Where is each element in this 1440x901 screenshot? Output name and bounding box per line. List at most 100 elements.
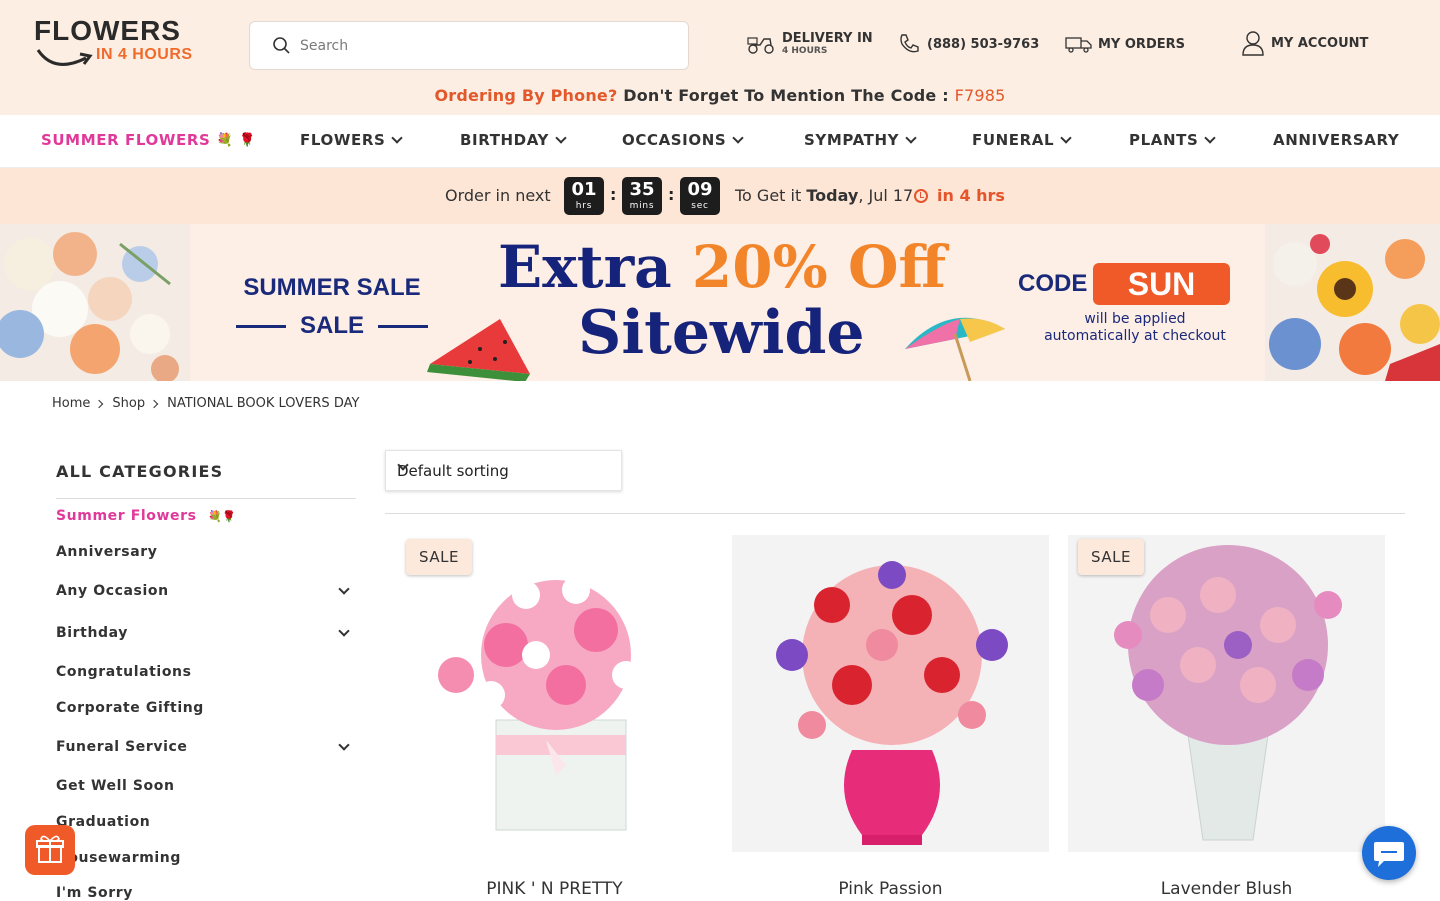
countdown-hours: 01 hrs: [564, 177, 604, 215]
summer-sale-title: SUMMER SALE: [243, 274, 421, 301]
rose-icon: 🌹: [239, 132, 257, 148]
nav-flowers[interactable]: FLOWERS: [300, 131, 404, 149]
code-label: CODE: [1018, 270, 1088, 297]
category-im-sorry[interactable]: I'm Sorry: [56, 885, 133, 901]
nav-label: ANNIVERSARY: [1273, 131, 1400, 149]
phone-number: (888) 503-9763: [927, 36, 1040, 52]
chat-bubble-icon: [1374, 842, 1404, 867]
flower-bouquet-right-image: [1265, 224, 1440, 381]
delivery-info[interactable]: DELIVERY IN 4 HOURS: [746, 32, 873, 56]
chevron-down-icon: [555, 132, 567, 144]
breadcrumb-home[interactable]: Home: [52, 396, 90, 411]
product-name[interactable]: Lavender Blush: [1068, 879, 1385, 899]
nav-plants[interactable]: PLANTS: [1129, 131, 1217, 149]
phone-promo: Ordering By Phone? Don't Forget To Menti…: [0, 86, 1440, 105]
chevron-down-icon: [1204, 132, 1217, 144]
bouquet-icon: 💐: [216, 132, 234, 148]
truck-icon: [1065, 37, 1092, 53]
product-image[interactable]: [1068, 535, 1385, 852]
promo-banner[interactable]: SUMMER SALE SALE Extra 20% Off Sitewide …: [0, 224, 1440, 381]
breadcrumb: Home Shop NATIONAL BOOK LOVERS DAY: [52, 396, 359, 411]
search-box[interactable]: [249, 21, 689, 70]
logo-text: FLOWERS: [34, 15, 181, 46]
search-input[interactable]: [300, 34, 670, 58]
get-prefix: To Get it: [735, 186, 802, 205]
sorting-value: Default sorting: [397, 462, 509, 480]
delivery-countdown: Order in next 01 hrs : 35 mins : 09 sec …: [0, 168, 1440, 224]
banner-headline: Extra 20% Off: [498, 236, 946, 298]
banner-sitewide: Sitewide: [578, 298, 865, 368]
banner-discount: 20% Off: [691, 233, 947, 301]
nav-summer-flowers[interactable]: SUMMER FLOWERS 💐 🌹: [41, 131, 256, 149]
nav-label: FUNERAL: [972, 131, 1055, 149]
category-birthday[interactable]: Birthday: [56, 625, 128, 641]
product-image[interactable]: [732, 535, 1049, 852]
main-nav: SUMMER FLOWERS 💐 🌹 FLOWERS BIRTHDAY OCCA…: [0, 115, 1440, 168]
countdown-secs: 09 sec: [680, 177, 720, 215]
category-funeral-service[interactable]: Funeral Service: [56, 739, 188, 755]
top-header: FLOWERS IN 4 HOURS DELIVERY IN 4 HOURS (…: [0, 0, 1440, 115]
chevron-right-icon: [149, 399, 159, 408]
bouquet-icon: 💐: [208, 510, 223, 523]
summer-sale-subtitle: SALE: [236, 312, 428, 340]
nav-label: BIRTHDAY: [460, 131, 549, 149]
chevron-down-icon[interactable]: [338, 739, 350, 751]
product-name[interactable]: Pink Passion: [732, 879, 1049, 899]
watermelon-image: [427, 319, 530, 381]
chevron-down-icon[interactable]: [338, 583, 350, 595]
category-congratulations[interactable]: Congratulations: [56, 664, 192, 680]
promo-text: Don't Forget To Mention The Code :: [623, 86, 949, 105]
nav-occasions[interactable]: OCCASIONS: [622, 131, 744, 149]
divider: [56, 498, 356, 499]
countdown-label: Order in next: [445, 186, 551, 205]
nav-sympathy[interactable]: SYMPATHY: [804, 131, 917, 149]
hours-value: 01: [571, 179, 597, 200]
promo-code: F7985: [954, 86, 1006, 105]
delivery-sub: 4 HOURS: [782, 46, 828, 56]
gift-button[interactable]: [25, 825, 75, 875]
my-account-link[interactable]: MY ACCOUNT: [1241, 30, 1368, 56]
flower-bouquet-left-image: [0, 224, 190, 381]
nav-birthday[interactable]: BIRTHDAY: [460, 131, 567, 149]
category-anniversary[interactable]: Anniversary: [56, 544, 158, 560]
code-note: will be applied automatically at checkou…: [1044, 311, 1226, 344]
product-name[interactable]: PINK ' N PRETTY: [396, 879, 713, 899]
category-label: Summer Flowers: [56, 508, 197, 524]
chat-button[interactable]: [1362, 826, 1416, 880]
secs-unit: sec: [691, 201, 709, 211]
phone-link[interactable]: (888) 503-9763: [897, 32, 1039, 56]
category-any-occasion[interactable]: Any Occasion: [56, 583, 169, 599]
product-image[interactable]: [396, 535, 713, 852]
category-get-well-soon[interactable]: Get Well Soon: [56, 778, 175, 794]
promo-code-badge: SUN: [1093, 263, 1230, 305]
nav-anniversary[interactable]: ANNIVERSARY: [1273, 131, 1399, 149]
nav-label: SYMPATHY: [804, 131, 900, 149]
nav-funeral[interactable]: FUNERAL: [972, 131, 1072, 149]
my-orders-link[interactable]: MY ORDERS: [1065, 35, 1185, 53]
user-icon: [1242, 31, 1264, 56]
get-date: , Jul 17: [858, 186, 914, 205]
site-logo[interactable]: FLOWERS IN 4 HOURS: [34, 16, 204, 72]
sorting-select[interactable]: Default sorting: [385, 450, 622, 491]
summer-sale-badge: SUMMER SALE SALE: [236, 274, 428, 340]
chevron-down-icon: [732, 132, 744, 144]
logo-swoosh-icon: [36, 49, 93, 66]
promo-prefix: Ordering By Phone?: [434, 86, 618, 105]
nav-label: OCCASIONS: [622, 131, 727, 149]
phone-icon: [900, 34, 919, 53]
category-summer-flowers[interactable]: Summer Flowers 💐🌹: [56, 508, 237, 524]
divider: [385, 513, 1405, 514]
breadcrumb-shop[interactable]: Shop: [112, 396, 145, 411]
delivery-window: in 4 hrs: [937, 186, 1005, 205]
rose-icon: 🌹: [222, 510, 237, 523]
colon: :: [668, 185, 675, 204]
sale-badge: SALE: [1078, 539, 1144, 575]
category-corporate-gifting[interactable]: Corporate Gifting: [56, 700, 204, 716]
sale-badge: SALE: [406, 539, 472, 575]
chevron-down-icon[interactable]: [338, 625, 350, 637]
countdown-mins: 35 mins: [622, 177, 662, 215]
breadcrumb-current: NATIONAL BOOK LOVERS DAY: [167, 396, 360, 411]
mins-value: 35: [629, 179, 655, 200]
colon: :: [610, 185, 617, 204]
nav-label: PLANTS: [1129, 131, 1199, 149]
